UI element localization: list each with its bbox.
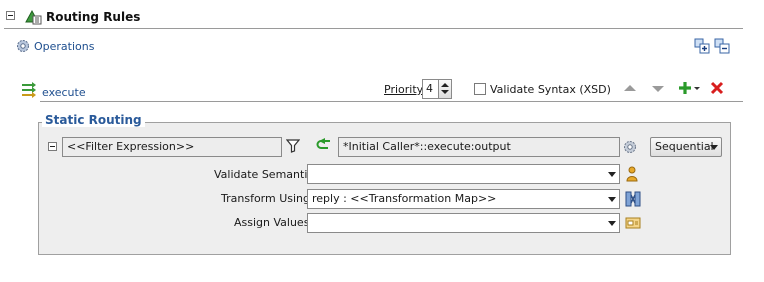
priority-label: Priority (384, 83, 424, 96)
transform-using-label: Transform Using (221, 192, 311, 205)
move-down-icon[interactable] (652, 86, 664, 92)
routing-rules-icon (24, 9, 42, 25)
assign-values-label: Assign Values (234, 216, 310, 229)
filter-expression-field[interactable]: <<Filter Expression>> (62, 137, 282, 157)
chevron-down-icon (710, 145, 718, 150)
chevron-down-icon (608, 172, 616, 177)
route-divider (40, 101, 743, 102)
validate-semantic-select[interactable] (307, 164, 620, 184)
priority-value: 4 (426, 82, 433, 95)
expand-all-icon[interactable] (694, 38, 710, 54)
filter-funnel-icon[interactable] (286, 139, 300, 153)
operations-gear-icon (16, 39, 30, 53)
validate-syntax-checkbox[interactable] (474, 83, 486, 95)
priority-input[interactable]: 4 (422, 79, 452, 99)
route-name-link[interactable]: execute (42, 86, 86, 99)
assign-values-icon[interactable] (625, 216, 641, 230)
page-title: Routing Rules (46, 10, 141, 24)
routing-rules-collapse-icon[interactable] (6, 11, 15, 20)
transform-using-select[interactable]: reply : <<Transformation Map>> (307, 189, 620, 209)
chevron-down-icon (608, 197, 616, 202)
target-service-field[interactable]: *Initial Caller*::execute:output (338, 137, 620, 157)
target-gear-icon[interactable] (623, 140, 637, 154)
assign-values-select[interactable] (307, 213, 620, 233)
validate-semantic-label: Validate Semantic (214, 168, 314, 181)
collapse-all-icon[interactable] (714, 38, 730, 54)
transformation-map-icon[interactable] (625, 191, 641, 207)
static-routing-collapse-icon[interactable] (48, 142, 57, 151)
priority-spinner[interactable] (438, 80, 451, 98)
delete-icon[interactable] (710, 81, 724, 95)
move-up-icon[interactable] (624, 85, 636, 91)
operations-link[interactable]: Operations (34, 40, 94, 53)
add-icon[interactable] (678, 80, 700, 96)
semantic-person-icon[interactable] (625, 166, 639, 182)
chevron-down-icon (608, 221, 616, 226)
static-routing-title: Static Routing (42, 113, 145, 127)
route-icon (20, 82, 38, 98)
execution-mode-value: Sequential (655, 140, 714, 153)
execution-mode-dropdown[interactable]: Sequential (650, 137, 722, 157)
target-return-arrow-icon[interactable] (315, 138, 333, 152)
validate-syntax-label: Validate Syntax (XSD) (490, 83, 611, 96)
transform-using-value: reply : <<Transformation Map>> (312, 192, 497, 205)
header-divider (4, 28, 743, 29)
